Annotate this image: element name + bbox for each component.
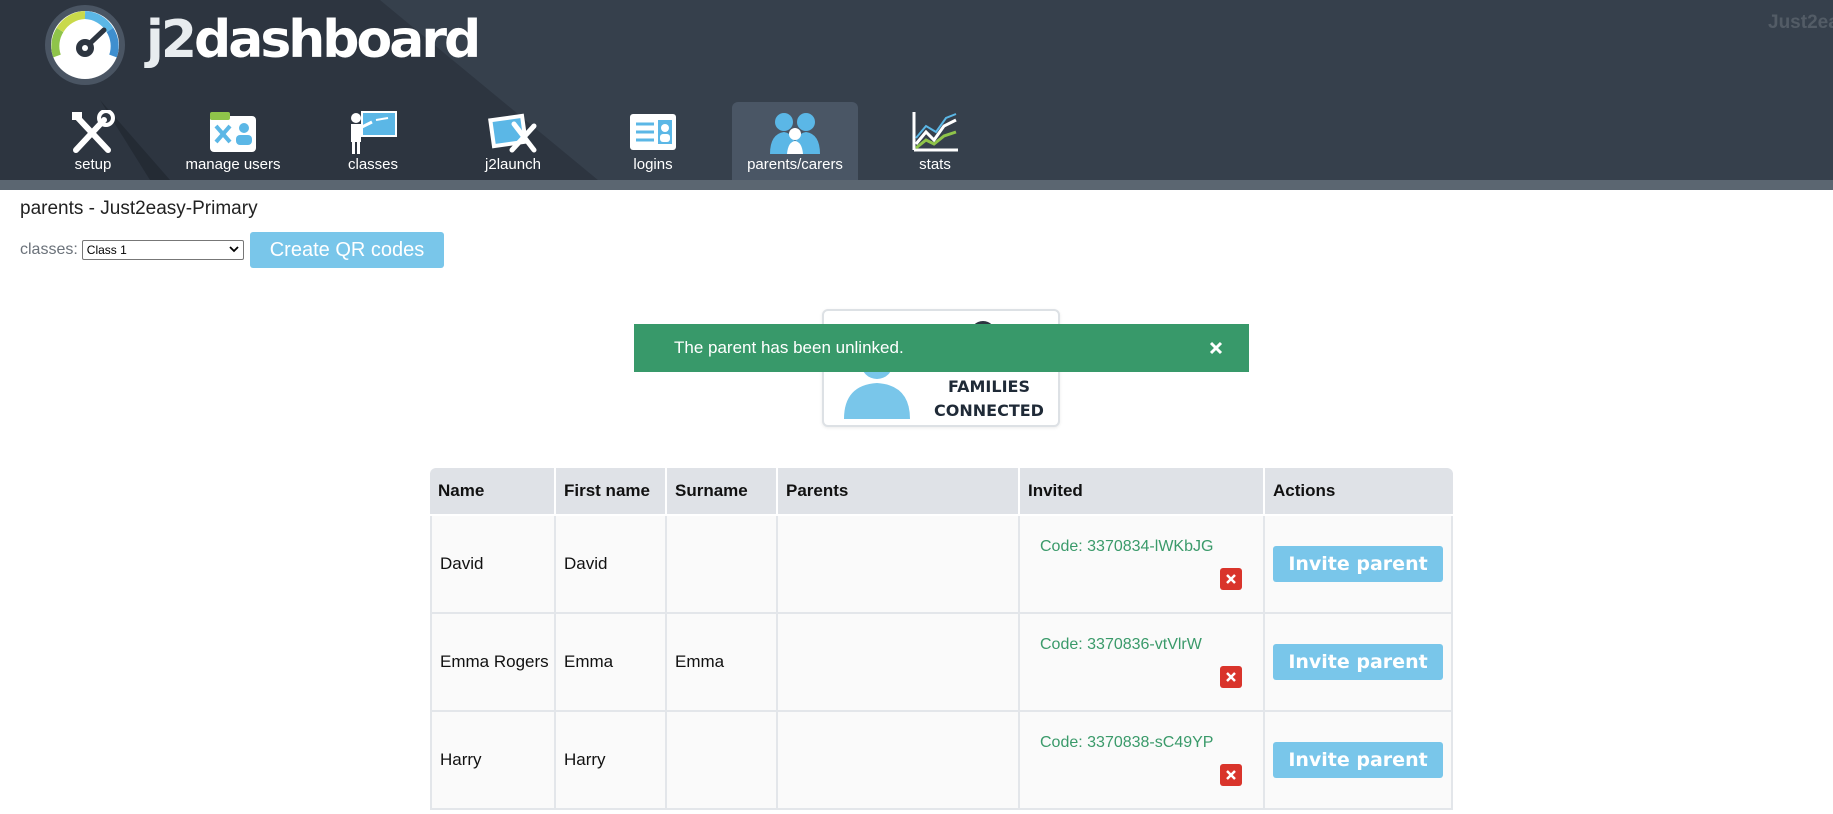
invite-parent-button[interactable]: Invite parent	[1273, 644, 1443, 680]
delete-invite-button[interactable]	[1220, 764, 1242, 786]
invite-parent-button[interactable]: Invite parent	[1273, 546, 1443, 582]
toast-message: The parent has been unlinked.	[674, 338, 904, 357]
cell-invited: Code: 3370838-sC49YP	[1020, 712, 1265, 810]
classroom-icon	[351, 111, 397, 154]
nav-label-setup: setup	[74, 156, 112, 173]
cell-parents	[778, 712, 1020, 810]
cell-first-name: Harry	[556, 712, 667, 810]
nav-label-classes: classes	[347, 156, 399, 173]
tools-icon	[72, 110, 115, 153]
column-header-first-name[interactable]: First name	[556, 468, 667, 516]
class-filter: classes: Class 1	[20, 232, 244, 268]
manage-users-icon	[210, 112, 256, 152]
close-icon	[1226, 574, 1236, 584]
nav-item-stats[interactable]: stats	[872, 102, 998, 180]
logo-main: dashboard	[194, 10, 481, 70]
cell-parents	[778, 516, 1020, 614]
nav-label-parents-carers: parents/carers	[747, 156, 843, 173]
cell-invited: Code: 3370836-vtVlrW	[1020, 614, 1265, 712]
close-icon	[1226, 672, 1236, 682]
children-table: Name First name Surname Parents Invited …	[430, 468, 1453, 810]
success-toast: The parent has been unlinked.	[634, 324, 1249, 372]
cell-surname	[667, 712, 778, 810]
nav-item-classes[interactable]: classes	[310, 102, 436, 180]
close-icon[interactable]	[1209, 341, 1223, 355]
column-header-invited[interactable]: Invited	[1020, 468, 1265, 516]
chart-icon	[912, 112, 958, 152]
table-header-row: Name First name Surname Parents Invited …	[430, 468, 1453, 516]
nav-item-manage-users[interactable]: manage users	[170, 102, 296, 180]
cell-name: Emma Rogers	[430, 614, 556, 712]
delete-invite-button[interactable]	[1220, 568, 1242, 590]
header-divider	[0, 180, 1833, 190]
stats-label-line2: CONNECTED	[934, 401, 1044, 420]
delete-invite-button[interactable]	[1220, 666, 1242, 688]
j2launch-icon	[488, 113, 537, 153]
table-row: David David Code: 3370834-lWKbJG Invite …	[430, 516, 1453, 614]
nav-label-stats: stats	[919, 156, 951, 173]
class-select-value: Class 1	[86, 243, 127, 257]
table-row: Harry Harry Code: 3370838-sC49YP Invite …	[430, 712, 1453, 810]
invite-code: Code: 3370838-sC49YP	[1040, 734, 1214, 751]
cell-first-name: Emma	[556, 614, 667, 712]
column-header-surname[interactable]: Surname	[667, 468, 778, 516]
nav-label-logins: logins	[633, 156, 673, 173]
nav-item-j2launch[interactable]: j2launch	[450, 102, 576, 180]
nav-item-logins[interactable]: logins	[590, 102, 716, 180]
id-card-icon	[630, 114, 676, 150]
column-header-parents[interactable]: Parents	[778, 468, 1020, 516]
cell-surname: Emma	[667, 614, 778, 712]
parents-icon	[770, 113, 820, 154]
cell-surname	[667, 516, 778, 614]
close-icon	[1226, 770, 1236, 780]
column-header-actions: Actions	[1265, 468, 1453, 516]
stats-label-line1: FAMILIES	[948, 377, 1030, 396]
table-row: Emma Rogers Emma Emma Code: 3370836-vtVl…	[430, 614, 1453, 712]
cell-actions: Invite parent	[1265, 712, 1453, 810]
cell-actions: Invite parent	[1265, 614, 1453, 712]
nav-item-parents-carers[interactable]: parents/carers	[732, 102, 858, 180]
page-title: parents - Just2easy-Primary	[20, 198, 258, 219]
families-connected-label: FAMILIES CONNECTED	[924, 375, 1054, 423]
create-qr-codes-button[interactable]: Create QR codes	[250, 232, 444, 268]
invite-parent-button[interactable]: Invite parent	[1273, 742, 1443, 778]
cell-actions: Invite parent	[1265, 516, 1453, 614]
nav-item-setup[interactable]: setup	[30, 102, 156, 180]
nav-label-manage-users: manage users	[185, 156, 281, 173]
classes-label: classes:	[20, 241, 78, 258]
cell-parents	[778, 614, 1020, 712]
column-header-name[interactable]: Name	[430, 468, 556, 516]
app-logo-text: j2dashboard	[146, 10, 481, 70]
nav-label-j2launch: j2launch	[485, 156, 541, 173]
dashboard-gauge-logo[interactable]	[44, 4, 126, 86]
cell-invited: Code: 3370834-lWKbJG	[1020, 516, 1265, 614]
invite-code: Code: 3370836-vtVlrW	[1040, 636, 1202, 653]
chevron-down-icon	[229, 246, 239, 253]
cell-name: David	[430, 516, 556, 614]
logo-prefix: j2	[146, 10, 197, 70]
cell-name: Harry	[430, 712, 556, 810]
app-header: j2dashboard Just2easy setup manage use	[0, 0, 1833, 190]
cell-first-name: David	[556, 516, 667, 614]
main-nav: setup manage users classes j2launch logi…	[0, 102, 1833, 180]
invite-code: Code: 3370834-lWKbJG	[1040, 538, 1214, 555]
school-name: Just2easy	[1768, 12, 1833, 33]
class-select[interactable]: Class 1	[81, 240, 244, 260]
